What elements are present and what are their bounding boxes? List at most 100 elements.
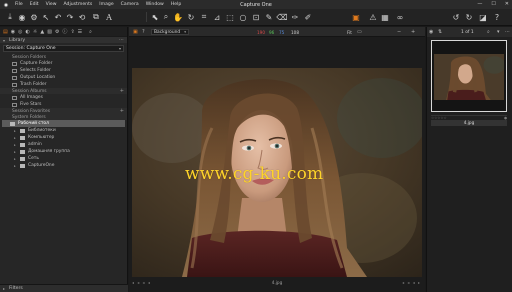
zoom-fit-label[interactable]: Fit (347, 30, 352, 35)
maximize-button[interactable]: ☐ (491, 1, 495, 7)
rotate-right-icon[interactable]: ↻ (464, 12, 474, 22)
album-item[interactable]: Five Stars (0, 101, 127, 108)
search-tab-icon[interactable]: ⌕ (89, 29, 92, 35)
section-menu-icon[interactable]: ⋯ (119, 37, 124, 43)
user-folder-icon (20, 142, 25, 147)
capture-tab-icon[interactable]: ◉ (11, 29, 15, 35)
cursor-icon[interactable]: ↖ (41, 12, 51, 22)
viewer-mode-icon[interactable]: ▣ (351, 12, 361, 22)
folder-item[interactable]: ▸ Компьютер (0, 134, 127, 141)
library-label: Library (9, 37, 26, 43)
session-albums-header[interactable]: Session Albums + (0, 88, 127, 94)
album-item[interactable]: All Images (0, 94, 127, 101)
process-icon[interactable]: ⚙ (29, 12, 39, 22)
history-icon[interactable]: ⟲ (77, 12, 87, 22)
background-select[interactable]: Background ▾ (151, 29, 189, 35)
expand-arrow-icon[interactable]: ▸ (14, 157, 17, 161)
session-folder-item[interactable]: Output Location (0, 74, 127, 81)
straighten-tool-icon[interactable]: ⊿ (212, 12, 222, 22)
eraser-tool-icon[interactable]: ⌫ (276, 12, 287, 22)
menu-file[interactable]: File (15, 2, 23, 7)
session-folder-item[interactable]: Capture Folder (0, 60, 127, 67)
filter-icon[interactable]: ▾ (497, 29, 500, 35)
readout-blue: 75 (279, 29, 285, 35)
expand-arrow-icon[interactable]: ▸ (14, 164, 17, 168)
sort-icon[interactable]: ⇅ (438, 29, 442, 35)
lens-tab-icon[interactable]: ◎ (18, 29, 22, 35)
adjustments-tab-icon[interactable]: ⚙ (55, 29, 59, 35)
exposure-tab-icon[interactable]: ☼ (33, 29, 37, 35)
brush-tool-icon[interactable]: ✎ (264, 12, 274, 22)
viewer-settings-icon[interactable]: ▣ (133, 29, 138, 35)
filters-section-header[interactable]: ▸ Filters (0, 284, 128, 292)
menu-camera[interactable]: Camera (121, 2, 139, 7)
minimize-button[interactable]: — (477, 1, 482, 7)
reset-icon[interactable]: ↺ (451, 12, 461, 22)
detail-tab-icon[interactable]: ▲ (40, 29, 44, 35)
zoom-tool-icon[interactable]: ⌕ (161, 12, 171, 22)
add-album-icon[interactable]: + (120, 88, 124, 94)
folder-item[interactable]: ▸ admin (0, 141, 127, 148)
text-icon[interactable]: A (104, 12, 114, 22)
expand-arrow-icon[interactable]: ▸ (14, 136, 17, 140)
flip-icon[interactable]: ◪ (478, 12, 488, 22)
warning-icon[interactable]: ⚠ (368, 12, 378, 22)
library-tab-icon[interactable]: ▤ (3, 29, 8, 35)
session-selector[interactable]: Session: Capture One ▾ (3, 45, 124, 52)
menu-window[interactable]: Window (146, 2, 164, 7)
thumbnail-selected[interactable] (431, 40, 507, 112)
keystone-tool-icon[interactable]: ⬚ (225, 12, 235, 22)
tool-tabs: ▤ ◉ ◎ ◐ ☼ ▲ ▧ ⚙ ⓘ ⇪ ☰ ⌕ (0, 27, 127, 36)
eye-icon[interactable]: ◉ (429, 29, 433, 35)
batch-tab-icon[interactable]: ☰ (78, 29, 82, 35)
grid-icon[interactable]: ▦ (380, 12, 390, 22)
annotate-tool-icon[interactable]: ✐ (303, 12, 313, 22)
folder-item[interactable]: ▸ Домашняя группа (0, 148, 127, 155)
folder-item-desktop[interactable]: Рабочий стол (2, 120, 125, 127)
library-section-header[interactable]: ▾ Library ⋯ (0, 36, 127, 43)
session-folders-header[interactable]: Session Folders (0, 54, 127, 60)
picker-tool-icon[interactable]: ✑ (290, 12, 300, 22)
proof-glasses-icon[interactable]: ∞ (395, 12, 405, 22)
select-tool-icon[interactable]: ⬉ (150, 12, 160, 22)
session-albums-label: Session Albums (12, 88, 47, 94)
crop-tool-icon[interactable]: ⌗ (199, 12, 209, 22)
menu-help[interactable]: Help (171, 2, 181, 7)
color-tab-icon[interactable]: ◐ (25, 29, 29, 35)
redo-icon[interactable]: ↷ (65, 12, 75, 22)
menu-view[interactable]: View (46, 2, 57, 7)
spot-removal-icon[interactable]: ○ (238, 12, 248, 22)
capture-icon[interactable]: ◉ (17, 12, 27, 22)
zoom-slider-icon[interactable]: ▭ (357, 29, 362, 35)
metadata-tab-icon[interactable]: ⓘ (62, 28, 67, 35)
zoom-out-icon[interactable]: − (397, 29, 401, 35)
close-button[interactable]: ✕ (505, 1, 509, 7)
menu-image[interactable]: Image (99, 2, 113, 7)
zoom-in-icon[interactable]: + (411, 29, 415, 35)
menu-adjustments[interactable]: Adjustments (64, 2, 93, 7)
mask-tool-icon[interactable]: ⊡ (251, 12, 261, 22)
session-folder-item[interactable]: Trash Folder (0, 81, 127, 88)
session-folder-item[interactable]: Selects Folder (0, 67, 127, 74)
copy-icon[interactable]: ⧉ (91, 12, 101, 22)
system-folders-header[interactable]: System Folders (0, 114, 127, 120)
expand-arrow-icon[interactable]: ▸ (14, 150, 17, 154)
rotate-tool-icon[interactable]: ↻ (186, 12, 196, 22)
more-icon[interactable]: ⋯ (505, 29, 510, 35)
menu-edit[interactable]: Edit (30, 2, 39, 7)
help-icon[interactable]: ? (142, 29, 145, 35)
output-tab-icon[interactable]: ⇪ (70, 29, 74, 35)
help-icon[interactable]: ? (492, 12, 502, 22)
browser-panel: ◉ ⇅ 1 of 1 ⌕ ▾ ⋯ ☆☆☆☆☆ ● 4.jpg (426, 27, 512, 292)
import-icon[interactable]: ⤓ (5, 12, 15, 22)
folder-item[interactable]: ▸ Сеть (0, 155, 127, 162)
local-adjust-tab-icon[interactable]: ▧ (47, 29, 52, 35)
expand-arrow-icon[interactable]: ▸ (14, 129, 17, 133)
thumbnail-image (434, 54, 504, 100)
folder-item[interactable]: ▸ CaptureOne (0, 162, 127, 169)
folder-item[interactable]: ▸ Библиотеки (0, 127, 127, 134)
expand-arrow-icon[interactable]: ▸ (14, 143, 17, 147)
undo-icon[interactable]: ↶ (53, 12, 63, 22)
search-icon[interactable]: ⌕ (487, 29, 490, 35)
pan-tool-icon[interactable]: ✋ (173, 12, 183, 22)
